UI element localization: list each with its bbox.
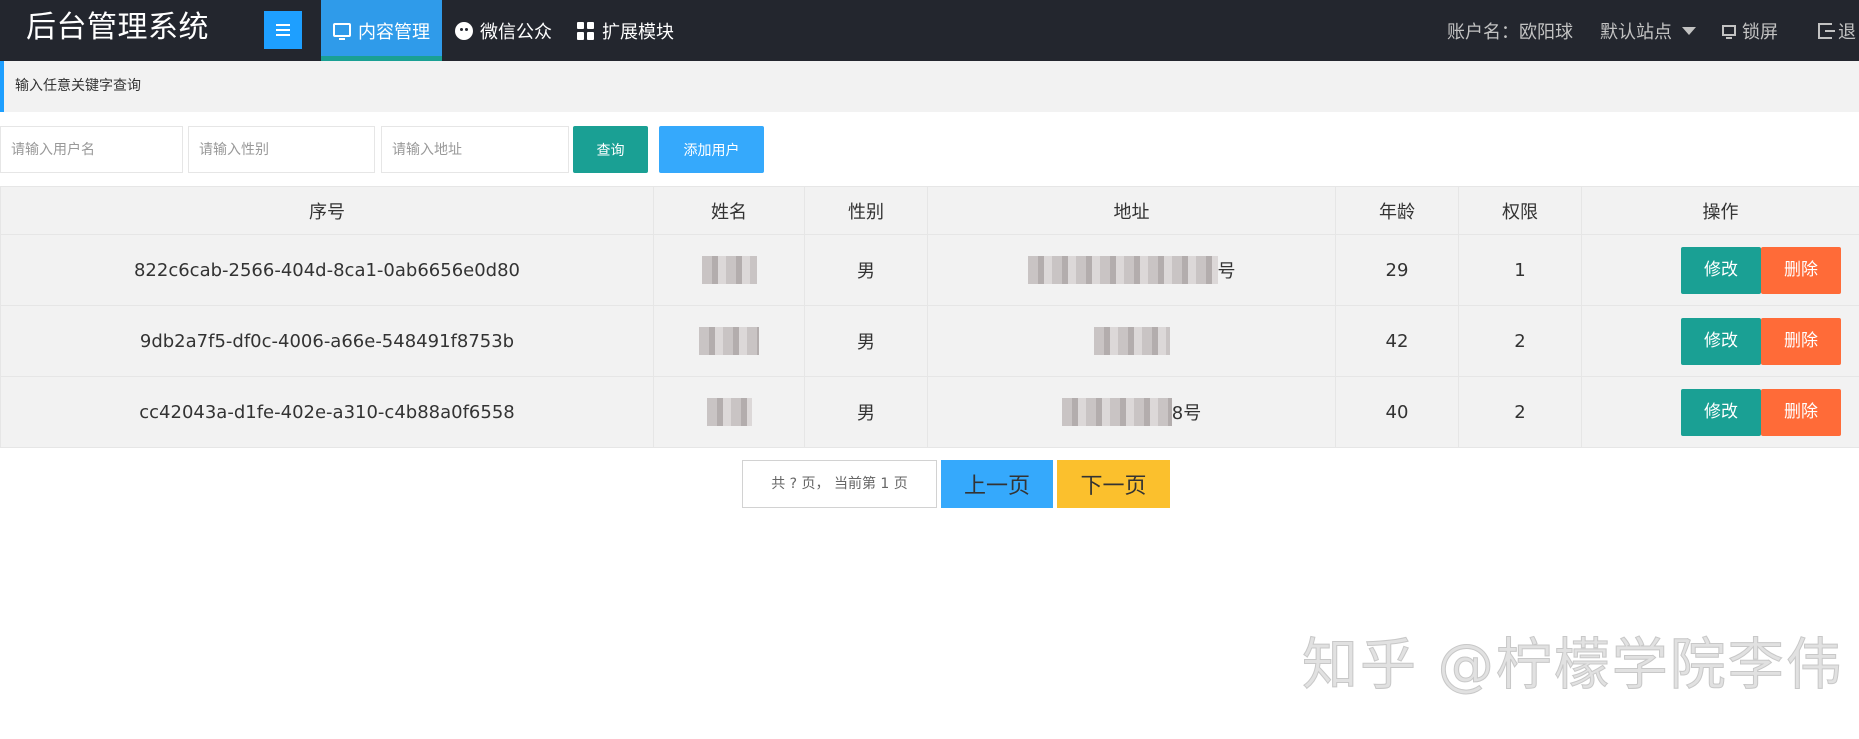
top-header: 后台管理系统 内容管理 微信公众 扩展模块 账户名：欧阳球 默认站点 锁屏 退 [0, 0, 1859, 61]
cell-actions: 修改 删除 [1581, 305, 1859, 377]
lock-label: 锁屏 [1742, 21, 1778, 43]
address-input[interactable] [381, 126, 569, 173]
nav-label: 内容管理 [358, 21, 430, 43]
query-button[interactable]: 查询 [573, 126, 648, 173]
cell-actions: 修改 删除 [1581, 376, 1859, 448]
app-logo: 后台管理系统 [26, 10, 209, 45]
lock-screen-button[interactable]: 锁屏 [1722, 0, 1778, 61]
user-table: 序号 姓名 性别 地址 年龄 权限 操作 822c6cab-2566-404d-… [0, 186, 1859, 448]
gender-input[interactable] [188, 126, 375, 173]
cell-address: 号 [927, 234, 1336, 306]
table-row: 822c6cab-2566-404d-8ca1-0ab6656e0d80 男 号… [0, 234, 1859, 306]
blurred-name [706, 398, 752, 426]
table-row: 9db2a7f5-df0c-4006-a66e-548491f8753b 男 4… [0, 305, 1859, 377]
column-header-actions: 操作 [1581, 186, 1859, 235]
delete-button[interactable]: 删除 [1761, 388, 1841, 436]
cell-address [927, 305, 1336, 377]
cell-permission: 2 [1458, 305, 1582, 377]
next-page-button[interactable]: 下一页 [1057, 460, 1170, 508]
cell-name [653, 376, 805, 448]
site-label: 默认站点 [1600, 21, 1672, 43]
monitor-icon [333, 22, 351, 40]
page-info: 共 ? 页， 当前第 1 页 [742, 460, 937, 508]
delete-button[interactable]: 删除 [1761, 246, 1841, 294]
menu-toggle-button[interactable] [264, 11, 302, 49]
logout-label: 退 [1838, 21, 1856, 43]
cell-id: 9db2a7f5-df0c-4006-a66e-548491f8753b [0, 305, 654, 377]
column-header-gender: 性别 [804, 186, 928, 235]
blurred-address [1093, 327, 1170, 355]
cell-gender: 男 [804, 234, 928, 306]
cell-permission: 2 [1458, 376, 1582, 448]
nav-label: 扩展模块 [602, 21, 674, 43]
delete-button[interactable]: 删除 [1761, 317, 1841, 365]
wechat-icon [455, 21, 473, 40]
add-user-button[interactable]: 添加用户 [659, 126, 764, 173]
site-selector[interactable]: 默认站点 [1600, 0, 1696, 61]
cell-id: 822c6cab-2566-404d-8ca1-0ab6656e0d80 [0, 234, 654, 306]
grid-icon [577, 21, 595, 40]
cell-permission: 1 [1458, 234, 1582, 306]
username-input[interactable] [0, 126, 183, 173]
nav-wechat[interactable]: 微信公众 [455, 0, 552, 61]
cell-id: cc42043a-d1fe-402e-a310-c4b88a0f6558 [0, 376, 654, 448]
edit-button[interactable]: 修改 [1681, 246, 1761, 294]
account-name: 账户名：欧阳球 [1447, 21, 1573, 43]
cell-age: 40 [1335, 376, 1459, 448]
logout-button[interactable]: 退 [1818, 0, 1856, 61]
cell-name [653, 234, 805, 306]
column-header-permission: 权限 [1458, 186, 1582, 235]
nav-content-management[interactable]: 内容管理 [321, 0, 442, 61]
cell-age: 29 [1335, 234, 1459, 306]
cell-name [653, 305, 805, 377]
cell-actions: 修改 删除 [1581, 234, 1859, 306]
cell-gender: 男 [804, 305, 928, 377]
edit-button[interactable]: 修改 [1681, 388, 1761, 436]
logout-icon [1818, 22, 1835, 39]
cell-address: 8号 [927, 376, 1336, 448]
watermark: 知乎 @柠檬学院李伟 [1302, 633, 1844, 699]
column-header-name: 姓名 [653, 186, 805, 235]
blurred-name [701, 256, 757, 284]
cell-age: 42 [1335, 305, 1459, 377]
address-tail: 8号 [1171, 403, 1202, 424]
blurred-address [1027, 256, 1218, 284]
column-header-age: 年龄 [1335, 186, 1459, 235]
nav-extensions[interactable]: 扩展模块 [577, 0, 674, 61]
column-header-id: 序号 [0, 186, 654, 235]
table-row: cc42043a-d1fe-402e-a310-c4b88a0f6558 男 8… [0, 376, 1859, 448]
prev-page-button[interactable]: 上一页 [941, 460, 1053, 508]
nav-label: 微信公众 [480, 21, 552, 43]
hamburger-icon [276, 24, 290, 36]
table-header-row: 序号 姓名 性别 地址 年龄 权限 操作 [0, 186, 1859, 235]
blurred-name [699, 327, 759, 355]
search-hint-banner: 输入任意关键字查询 [0, 61, 1859, 112]
cell-gender: 男 [804, 376, 928, 448]
monitor-lock-icon [1722, 25, 1736, 39]
edit-button[interactable]: 修改 [1681, 317, 1761, 365]
caret-down-icon [1682, 26, 1696, 35]
column-header-address: 地址 [927, 186, 1336, 235]
address-tail: 号 [1217, 261, 1236, 282]
blurred-address [1061, 398, 1172, 426]
